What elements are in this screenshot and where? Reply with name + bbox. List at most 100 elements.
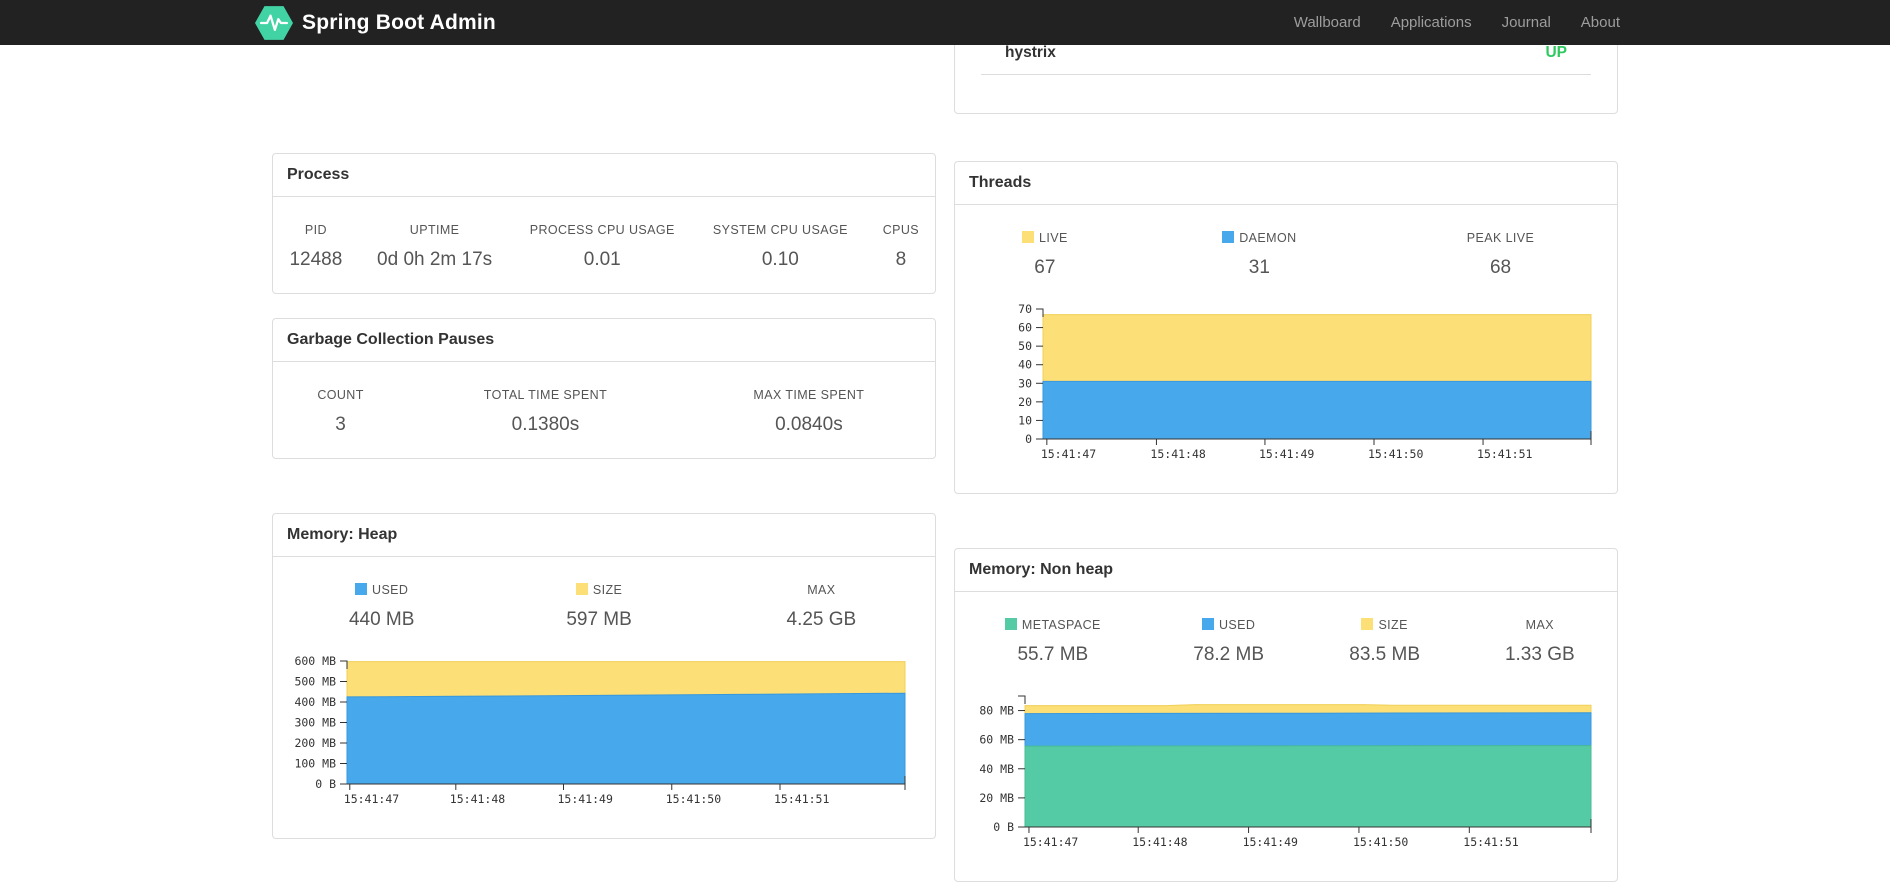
gc-title: Garbage Collection Pauses [273, 319, 935, 362]
legend-swatch-icon [1222, 231, 1235, 243]
svg-text:500 MB: 500 MB [294, 675, 336, 689]
metric-value: 67 [1034, 257, 1056, 278]
svg-text:100 MB: 100 MB [294, 757, 336, 771]
memory-heap-title: Memory: Heap [273, 514, 935, 557]
threads-chart-svg: 0 10 20 30 40 50 60 70 15:41:47 15:41:48 15:41:49 1… [1018, 302, 1592, 461]
metric-label: PEAK LIVE [1466, 231, 1535, 245]
status-badge: UP [1545, 44, 1567, 61]
svg-text:0 B: 0 B [993, 820, 1014, 834]
metric-label: USED [1151, 592, 1307, 632]
metrics-table: LIVE DAEMON PEAK LIVE 67 31 68 [955, 205, 1617, 301]
metric-label: DAEMON [1135, 205, 1384, 245]
nav-link-wallboard[interactable]: Wallboard [1279, 0, 1376, 45]
svg-text:30: 30 [1018, 376, 1032, 390]
metric-label: MAX [1525, 618, 1554, 632]
svg-text:60 MB: 60 MB [979, 733, 1014, 747]
nav-link-about[interactable]: About [1566, 0, 1635, 45]
metrics-table: USED SIZE MAX 440 MB 597 MB 4.25 GB [273, 557, 935, 653]
svg-text:60: 60 [1018, 321, 1032, 335]
metric-label: TOTAL TIME SPENT [483, 388, 608, 402]
metric-value: 31 [1248, 257, 1270, 278]
nav-link-applications[interactable]: Applications [1376, 0, 1487, 45]
svg-text:400 MB: 400 MB [294, 695, 336, 709]
svg-text:20: 20 [1018, 395, 1032, 409]
threads-panel: Threads LIVE DAEMON PEAK LIVE 67 31 68 0 10 20 3… [954, 161, 1618, 494]
svg-text:15:41:49: 15:41:49 [1259, 447, 1314, 461]
threads-chart: 0 10 20 30 40 50 60 70 15:41:47 15:41:48 15:41:49 1… [955, 301, 1617, 493]
legend-swatch-icon [1022, 231, 1034, 243]
memory-nonheap-title: Memory: Non heap [955, 549, 1617, 592]
svg-text:15:41:50: 15:41:50 [1368, 447, 1423, 461]
left-column: Process PID UPTIME PROCESS CPU USAGE SYSTEM… [272, 45, 936, 839]
nav-item-applications: Applications [1376, 0, 1487, 45]
metric-label: SYSTEM CPU USAGE [712, 223, 848, 237]
metric-label: MAX [807, 583, 836, 597]
gc-panel: Garbage Collection Pauses COUNT TOTAL TIM… [272, 318, 936, 459]
svg-text:10: 10 [1018, 413, 1032, 427]
memory-nonheap-panel: Memory: Non heap METASPACE USED SIZE MAX 55.… [954, 548, 1618, 882]
metric-label: SIZE [490, 557, 707, 597]
svg-text:50: 50 [1018, 339, 1032, 353]
metric-label: UPTIME [409, 223, 460, 237]
memory-heap-metrics: USED SIZE MAX 440 MB 597 MB 4.25 GB [273, 557, 935, 653]
metric-label: MAX TIME SPENT [753, 388, 865, 402]
svg-text:15:41:48: 15:41:48 [1132, 835, 1187, 849]
process-panel: Process PID UPTIME PROCESS CPU USAGE SYSTEM… [272, 153, 936, 294]
metric-value: 440 MB [348, 609, 415, 630]
metric-value: 0.1380s [511, 414, 580, 435]
metric-label: PROCESS CPU USAGE [529, 223, 675, 237]
metric-value: 8 [895, 249, 907, 270]
process-title: Process [273, 154, 935, 197]
navbar: Spring Boot Admin Wallboard Applications J… [0, 0, 1890, 45]
svg-text:15:41:47: 15:41:47 [1023, 835, 1078, 849]
metric-value: 3 [335, 414, 346, 435]
right-column: hystrix UP Threads LIVE DAEMON PEAK LIVE 67… [954, 25, 1618, 882]
health-row-hystrix: hystrix UP [981, 42, 1591, 75]
memory-heap-chart: 0 B 100 MB 200 MB 300 MB 400 MB 500 MB 600 MB 1… [273, 653, 935, 838]
svg-text:300 MB: 300 MB [294, 716, 336, 730]
metric-label: CPUS [882, 223, 920, 237]
metric-value: 1.33 GB [1504, 644, 1575, 665]
threads-title: Threads [955, 162, 1617, 205]
svg-text:0: 0 [1025, 432, 1032, 446]
legend-swatch-icon [1201, 618, 1214, 630]
svg-text:15:41:47: 15:41:47 [1041, 447, 1096, 461]
gc-metrics: COUNT TOTAL TIME SPENT MAX TIME SPENT 3 0.13… [273, 362, 935, 458]
memory_heap-chart-svg: 0 B 100 MB 200 MB 300 MB 400 MB 500 MB 600 MB 1… [294, 654, 906, 806]
brand-link[interactable]: Spring Boot Admin [255, 4, 496, 42]
svg-text:15:41:51: 15:41:51 [774, 792, 829, 806]
svg-text:80 MB: 80 MB [979, 704, 1014, 718]
svg-text:200 MB: 200 MB [294, 736, 336, 750]
svg-text:15:41:48: 15:41:48 [450, 792, 505, 806]
memory-nonheap-metrics: METASPACE USED SIZE MAX 55.7 MB 78.2 MB 83.5 M… [955, 592, 1617, 688]
nav-item-about: About [1566, 0, 1635, 45]
metric-value: 0.0840s [775, 414, 843, 435]
threads-metrics: LIVE DAEMON PEAK LIVE 67 31 68 [955, 205, 1617, 301]
nav-item-wallboard: Wallboard [1279, 0, 1376, 45]
memory-nonheap-chart: 0 B 20 MB 40 MB 60 MB 80 MB 15:41:47 15:41:48 1… [955, 688, 1617, 881]
nav-link-journal[interactable]: Journal [1487, 0, 1566, 45]
metric-label: COUNT [317, 388, 364, 402]
memory-heap-panel: Memory: Heap USED SIZE MAX 440 MB 597 MB 4.25… [272, 513, 936, 839]
metric-value: 597 MB [566, 609, 632, 630]
svg-text:70: 70 [1018, 302, 1032, 316]
metric-value: 83.5 MB [1349, 644, 1421, 665]
metrics-table: METASPACE USED SIZE MAX 55.7 MB 78.2 MB 83.5 M… [955, 592, 1617, 688]
legend-swatch-icon [355, 583, 368, 595]
nav-item-journal: Journal [1487, 0, 1566, 45]
metric-label: METASPACE [955, 592, 1151, 632]
legend-swatch-icon [1004, 618, 1017, 630]
metric-label: PID [304, 223, 327, 237]
content: Process PID UPTIME PROCESS CPU USAGE SYSTEM… [272, 25, 1618, 882]
metric-label: USED [273, 557, 490, 597]
svg-text:15:41:51: 15:41:51 [1463, 835, 1518, 849]
health-service-name: hystrix [1005, 44, 1056, 61]
metric-value: 0.01 [583, 249, 621, 270]
process-metrics: PID UPTIME PROCESS CPU USAGE SYSTEM CPU USA… [273, 197, 935, 293]
metric-value: 68 [1489, 257, 1512, 278]
svg-text:0 B: 0 B [315, 777, 336, 791]
metrics-table: PID UPTIME PROCESS CPU USAGE SYSTEM CPU USA… [273, 197, 935, 293]
metric-value: 12488 [289, 249, 343, 270]
metric-value: 78.2 MB [1193, 644, 1265, 665]
svg-text:15:41:50: 15:41:50 [1353, 835, 1408, 849]
